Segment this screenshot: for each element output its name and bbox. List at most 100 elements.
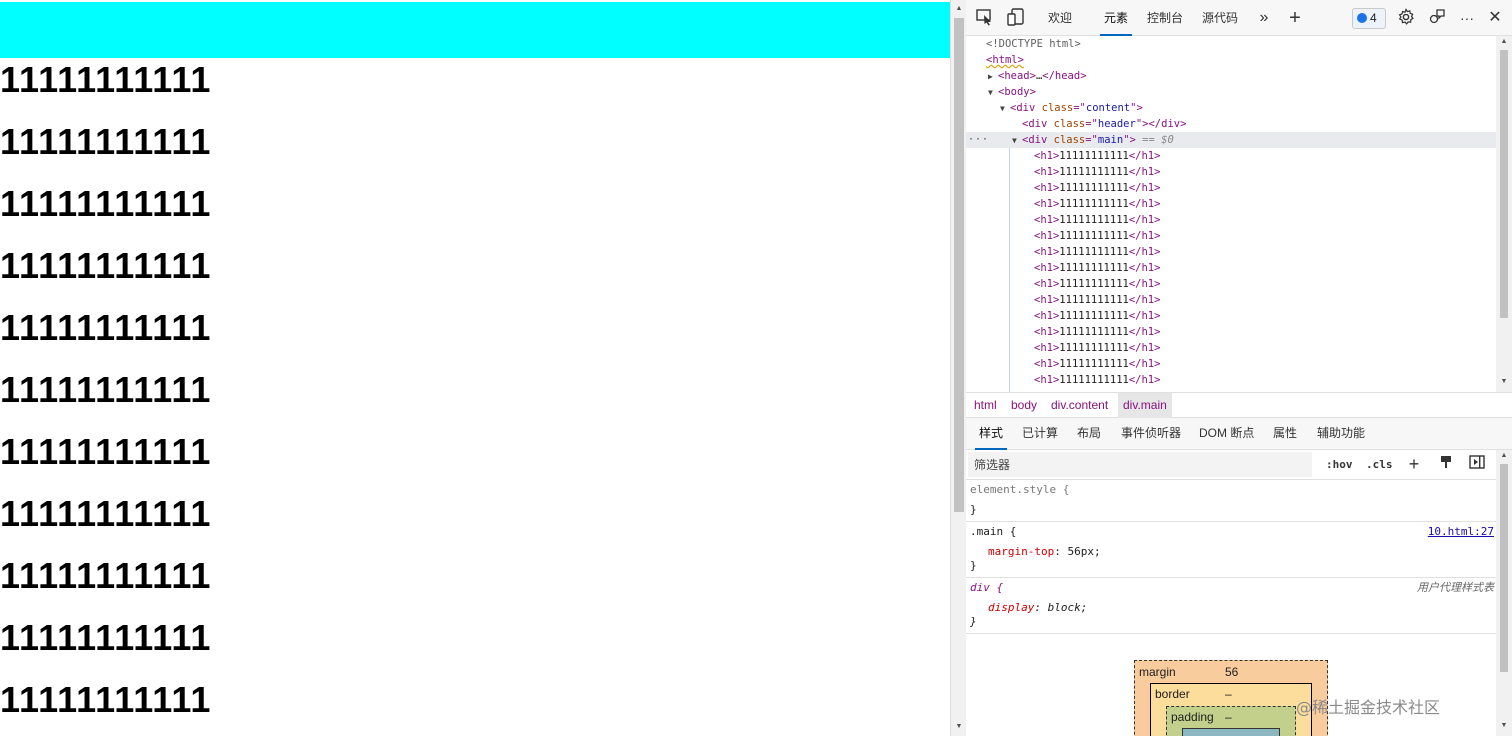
dom-tree-scrollbar[interactable]: ▲ ▼	[1496, 36, 1512, 392]
scroll-down-icon[interactable]: ▼	[1499, 378, 1509, 385]
main-class-rule[interactable]: .main { 10.html:27 margin-top: 56px; }	[966, 522, 1496, 578]
heading: 11111111111	[0, 307, 212, 348]
dom-node-h1[interactable]: <h1>11111111111</h1>	[966, 244, 1496, 260]
breadcrumb-div-main[interactable]: div.main	[1118, 393, 1172, 418]
gear-icon[interactable]	[1396, 8, 1416, 28]
dom-node-head[interactable]: ▶ <head>…</head>	[966, 68, 1496, 84]
page-scrollbar[interactable]: ▲ ▼	[950, 0, 966, 736]
watermark: @稀土掘金技术社区	[1296, 698, 1441, 717]
heading: 11111111111	[0, 493, 212, 534]
rule-source-link[interactable]: 10.html:27	[1428, 524, 1494, 540]
inspect-element-icon[interactable]	[975, 8, 995, 28]
dom-node-h1[interactable]: <h1>11111111111</h1>	[966, 260, 1496, 276]
breadcrumb-body[interactable]: body	[1006, 393, 1042, 418]
tab-dom-breakpoints[interactable]: DOM 断点	[1195, 418, 1258, 450]
dom-tree-scrollbar-thumb[interactable]	[1500, 50, 1508, 318]
more-tabs-icon[interactable]: »	[1254, 8, 1274, 28]
new-rule-icon[interactable]: +	[1405, 455, 1423, 473]
styles-scrollbar-thumb[interactable]	[1500, 464, 1508, 672]
breadcrumb-div-content[interactable]: div.content	[1046, 393, 1113, 418]
element-style-rule[interactable]: element.style { }	[966, 480, 1496, 522]
issues-badge[interactable]: 4	[1352, 8, 1386, 29]
scroll-up-icon[interactable]: ▲	[1499, 38, 1509, 45]
paint-icon[interactable]	[1437, 455, 1455, 473]
tab-event-listeners[interactable]: 事件侦听器	[1117, 418, 1185, 450]
collapse-triangle-icon[interactable]: ▼	[1012, 133, 1022, 149]
dom-node-h1[interactable]: <h1>11111111111</h1>	[966, 356, 1496, 372]
dom-node-html[interactable]: <html>	[966, 52, 1496, 68]
devtools-panel: 欢迎 元素 控制台 源代码 » + 4 ··· ✕ <!DOCTYPE html…	[966, 0, 1512, 736]
dom-node-h1[interactable]: <h1>11111111111</h1>	[966, 164, 1496, 180]
expand-triangle-icon[interactable]: ▶	[988, 69, 998, 85]
heading: 11111111111	[0, 59, 212, 100]
styles-scrollbar[interactable]: ▲ ▼	[1496, 450, 1512, 736]
page-viewport: 11111111111 11111111111 11111111111 1111…	[0, 0, 950, 736]
scroll-down-icon[interactable]: ▼	[954, 722, 964, 732]
scroll-up-icon[interactable]: ▲	[1499, 452, 1509, 459]
dom-node-h1[interactable]: <h1>11111111111</h1>	[966, 196, 1496, 212]
div-ua-rule[interactable]: div { 用户代理样式表 display: block; }	[966, 578, 1496, 634]
collapse-triangle-icon[interactable]: ▼	[988, 85, 998, 101]
class-toggle-button[interactable]: .cls	[1366, 454, 1393, 476]
dom-node-h1[interactable]: <h1>11111111111</h1>	[966, 340, 1496, 356]
tab-layout[interactable]: 布局	[1073, 418, 1105, 450]
collapse-triangle-icon[interactable]: ▼	[1000, 101, 1010, 117]
dom-node-div-content[interactable]: ▼ <div class="content">	[966, 100, 1496, 116]
breadcrumb-html[interactable]: html	[969, 393, 1002, 418]
dom-node-h1[interactable]: <h1>11111111111</h1>	[966, 292, 1496, 308]
feedback-icon[interactable]	[1427, 8, 1447, 28]
padding-value[interactable]: –	[1225, 710, 1232, 724]
breadcrumb: html body div.content div.main	[966, 392, 1512, 418]
scroll-down-icon[interactable]: ▼	[1499, 722, 1509, 729]
tab-accessibility[interactable]: 辅助功能	[1313, 418, 1369, 450]
dom-node-body[interactable]: ▼ <body>	[966, 84, 1496, 100]
dom-node-h1[interactable]: <h1>11111111111</h1>	[966, 228, 1496, 244]
page-main: 11111111111 11111111111 11111111111 1111…	[0, 58, 950, 736]
dom-node-doctype[interactable]: <!DOCTYPE html>	[966, 36, 1496, 52]
box-model-content[interactable]	[1182, 728, 1280, 736]
tab-welcome[interactable]: 欢迎	[1044, 0, 1076, 36]
devtools-tabbar: 欢迎 元素 控制台 源代码 » + 4 ··· ✕	[966, 0, 1512, 36]
border-value[interactable]: –	[1225, 687, 1232, 701]
tab-elements[interactable]: 元素	[1100, 0, 1133, 36]
device-toolbar-icon[interactable]	[1006, 8, 1026, 28]
more-options-icon[interactable]: ···	[1457, 8, 1477, 28]
dom-node-div-header[interactable]: <div class="header"></div>	[966, 116, 1496, 132]
heading: 11111111111	[0, 245, 212, 286]
heading: 11111111111	[0, 679, 212, 720]
dom-node-h1[interactable]: <h1>11111111111</h1>	[966, 180, 1496, 196]
tab-computed[interactable]: 已计算	[1018, 418, 1062, 450]
style-declaration[interactable]: display: block;	[988, 600, 1087, 616]
dom-node-h1[interactable]: <h1>11111111111</h1>	[966, 308, 1496, 324]
tab-sources[interactable]: 源代码	[1198, 0, 1242, 36]
page-header-bar	[0, 2, 950, 58]
toggle-sidebar-icon[interactable]	[1468, 455, 1486, 473]
tab-styles[interactable]: 样式	[975, 418, 1008, 450]
heading: 11111111111	[0, 121, 212, 162]
issues-icon	[1357, 13, 1367, 23]
node-actions-icon[interactable]: ···	[968, 132, 989, 148]
heading: 11111111111	[0, 183, 212, 224]
tab-properties[interactable]: 属性	[1269, 418, 1301, 450]
dom-node-h1[interactable]: <h1>11111111111</h1>	[966, 148, 1496, 164]
style-declaration[interactable]: margin-top: 56px;	[988, 544, 1101, 560]
user-agent-stylesheet-label: 用户代理样式表	[1417, 582, 1494, 594]
dom-node-h1[interactable]: <h1>11111111111</h1>	[966, 212, 1496, 228]
styles-subtabs: 样式 已计算 布局 事件侦听器 DOM 断点 属性 辅助功能	[966, 418, 1512, 450]
close-icon[interactable]: ✕	[1485, 8, 1505, 28]
styles-filter-bar: :hov .cls +	[966, 450, 1496, 480]
add-tab-icon[interactable]: +	[1285, 8, 1305, 28]
dom-node-h1[interactable]: <h1>11111111111</h1>	[966, 276, 1496, 292]
heading: 11111111111	[0, 369, 212, 410]
hover-state-button[interactable]: :hov	[1326, 454, 1353, 476]
styles-filter-input[interactable]	[968, 452, 1312, 477]
heading: 11111111111	[0, 617, 212, 658]
page-scrollbar-thumb[interactable]	[954, 18, 964, 512]
dom-node-h1[interactable]: <h1>11111111111</h1>	[966, 372, 1496, 388]
dom-node-div-main[interactable]: ··· ▼ <div class="main"> == $0	[966, 132, 1496, 148]
dom-tree: <!DOCTYPE html> <html> ▶ <head>…</head> ▼…	[966, 36, 1496, 392]
dom-node-h1[interactable]: <h1>11111111111</h1>	[966, 324, 1496, 340]
tab-console[interactable]: 控制台	[1143, 0, 1187, 36]
scroll-up-icon[interactable]: ▲	[954, 4, 964, 14]
margin-value[interactable]: 56	[1225, 665, 1238, 679]
